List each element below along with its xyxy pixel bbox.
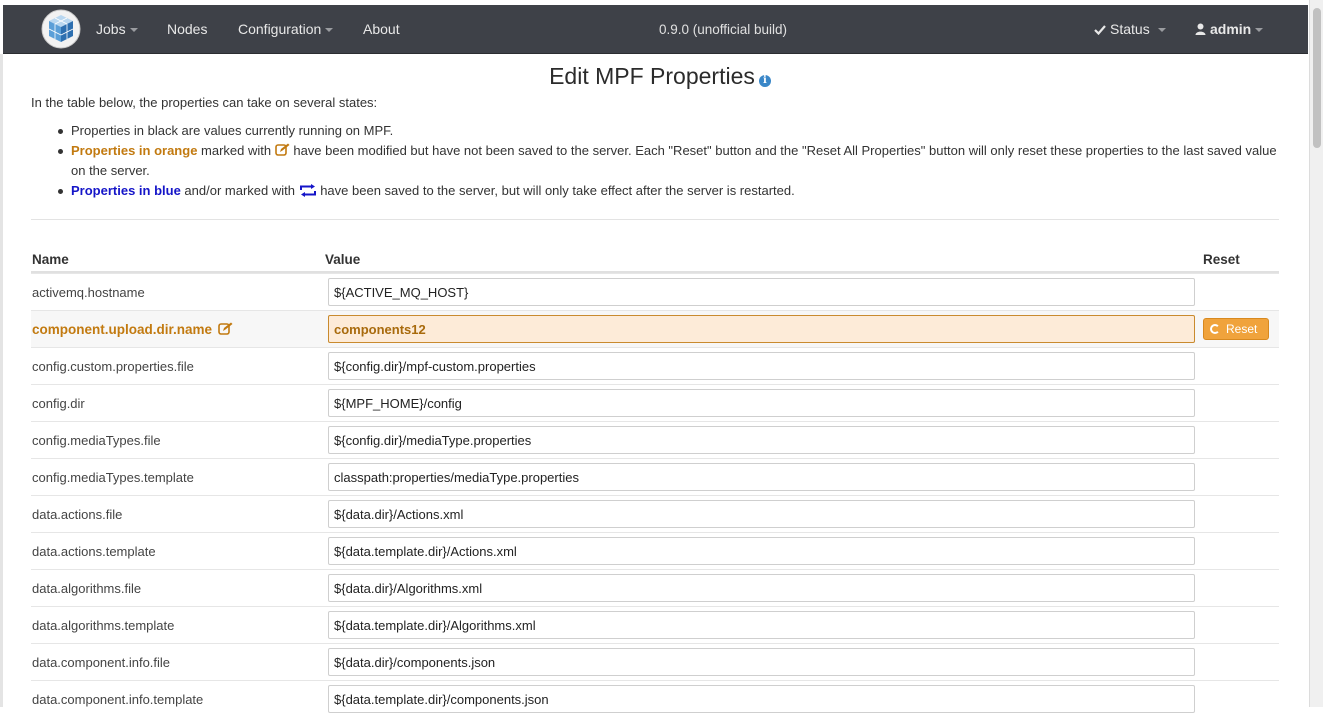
property-value-input[interactable] [328, 574, 1195, 602]
state-blue-label: Properties in blue [71, 183, 181, 198]
property-name: config.mediaTypes.template [32, 470, 194, 485]
nav-jobs[interactable]: Jobs [96, 5, 138, 54]
property-name-text: activemq.hostname [32, 285, 145, 300]
chevron-down-icon [1255, 28, 1264, 33]
property-value-input[interactable] [328, 463, 1195, 491]
section-divider [31, 219, 1279, 220]
property-name: config.custom.properties.file [32, 359, 194, 374]
page-title-text: Edit MPF Properties [549, 63, 755, 89]
nav-user-menu[interactable]: admin [1195, 5, 1264, 54]
property-name-text: data.component.info.file [32, 655, 171, 670]
property-name: data.actions.file [32, 507, 122, 522]
left-border [0, 54, 3, 707]
table-row: config.dir [31, 384, 1279, 421]
table-row: config.mediaTypes.template [31, 458, 1279, 495]
table-row: data.actions.template [31, 532, 1279, 569]
state-orange-label: Properties in orange [71, 143, 198, 158]
property-name: data.actions.template [32, 544, 156, 559]
state-blue-item: Properties in blue and/or marked with ha… [58, 181, 1281, 201]
property-value-input[interactable] [328, 648, 1195, 676]
table-row: config.custom.properties.file [31, 347, 1279, 384]
table-row: data.component.info.file [31, 643, 1279, 680]
property-name: activemq.hostname [32, 285, 145, 300]
edit-icon [217, 322, 233, 335]
page-title: Edit MPF Properties i [400, 63, 920, 90]
property-name: data.algorithms.file [32, 581, 141, 596]
nav-user-label: admin [1210, 21, 1252, 37]
property-name-text: data.algorithms.file [32, 581, 142, 596]
state-blue-pre: and/or marked with [180, 183, 299, 198]
table-row: config.mediaTypes.file [31, 421, 1279, 458]
chevron-down-icon [325, 28, 334, 33]
restart-icon [299, 184, 316, 197]
state-black-item: Properties in black are values currently… [58, 121, 1281, 141]
property-name: data.component.info.file [32, 655, 170, 670]
top-navbar: Jobs Nodes Configuration About 0.9.0 (un… [3, 5, 1308, 54]
state-black-text: Properties in black are values currently… [71, 123, 394, 138]
property-value-input[interactable] [328, 278, 1195, 306]
property-name: data.component.info.template [32, 692, 203, 707]
check-icon [1094, 25, 1106, 36]
property-name: config.dir [32, 396, 85, 411]
property-name-text: data.algorithms.template [32, 618, 175, 633]
scrollbar-thumb[interactable] [1313, 8, 1321, 148]
chevron-down-icon [1157, 28, 1166, 33]
states-list: Properties in black are values currently… [31, 121, 1281, 201]
chevron-down-icon [129, 28, 138, 33]
table-row: component.upload.dir.name Reset [31, 310, 1279, 347]
reset-button[interactable]: Reset [1203, 318, 1269, 340]
table-row: data.actions.file [31, 495, 1279, 532]
property-name-text: config.mediaTypes.template [32, 470, 194, 485]
state-orange-item: Properties in orange marked with have be… [58, 141, 1281, 181]
edit-icon [274, 143, 290, 156]
table-body: activemq.hostname component.upload.dir.na… [31, 273, 1279, 717]
property-name-text: config.custom.properties.file [32, 359, 194, 374]
reset-button-label: Reset [1226, 322, 1258, 336]
property-value-input[interactable] [328, 389, 1195, 417]
property-name-text: data.actions.file [32, 507, 123, 522]
properties-table: Name Value Reset activemq.hostname compon… [31, 244, 1279, 717]
property-value-input[interactable] [328, 685, 1195, 713]
nav-status[interactable]: Status [1094, 5, 1166, 54]
info-icon[interactable]: i [758, 75, 771, 87]
user-icon [1195, 23, 1206, 35]
table-header: Name Value Reset [31, 244, 1279, 273]
table-row: data.algorithms.file [31, 569, 1279, 606]
nav-status-label: Status [1110, 21, 1150, 37]
nav-jobs-label: Jobs [96, 21, 126, 37]
nav-nodes[interactable]: Nodes [167, 5, 207, 54]
property-value-input[interactable] [328, 352, 1195, 380]
table-row: data.algorithms.template [31, 606, 1279, 643]
table-row: activemq.hostname [31, 273, 1279, 310]
version-text: 0.9.0 (unofficial build) [658, 22, 788, 37]
property-value-input[interactable] [328, 537, 1195, 565]
nav-about-label: About [363, 21, 400, 37]
app-logo[interactable] [41, 9, 81, 49]
property-name-text: config.dir [32, 396, 85, 411]
state-orange-pre: marked with [197, 143, 275, 158]
header-name: Name [32, 252, 69, 267]
property-value-input[interactable] [328, 500, 1195, 528]
nav-nodes-label: Nodes [167, 21, 208, 37]
property-name-text: data.actions.template [32, 544, 156, 559]
property-name-text: config.mediaTypes.file [32, 433, 161, 448]
state-blue-rest: have been saved to the server, but will … [316, 183, 795, 198]
property-value-input[interactable] [328, 315, 1195, 343]
nav-configuration-label: Configuration [238, 21, 322, 37]
property-name: component.upload.dir.name [32, 322, 233, 337]
header-value: Value [325, 252, 361, 267]
intro-text: In the table below, the properties can t… [31, 95, 378, 110]
property-name-text: component.upload.dir.name [32, 322, 213, 337]
property-value-input[interactable] [328, 426, 1195, 454]
nav-about[interactable]: About [363, 5, 400, 54]
header-reset: Reset [1203, 252, 1240, 267]
table-row: data.component.info.template [31, 680, 1279, 717]
property-name-text: data.component.info.template [32, 692, 204, 707]
property-value-input[interactable] [328, 611, 1195, 639]
property-name: data.algorithms.template [32, 618, 174, 633]
property-name: config.mediaTypes.file [32, 433, 161, 448]
nav-configuration[interactable]: Configuration [238, 5, 334, 54]
reset-icon [1210, 324, 1220, 334]
vertical-scrollbar[interactable] [1309, 0, 1323, 707]
